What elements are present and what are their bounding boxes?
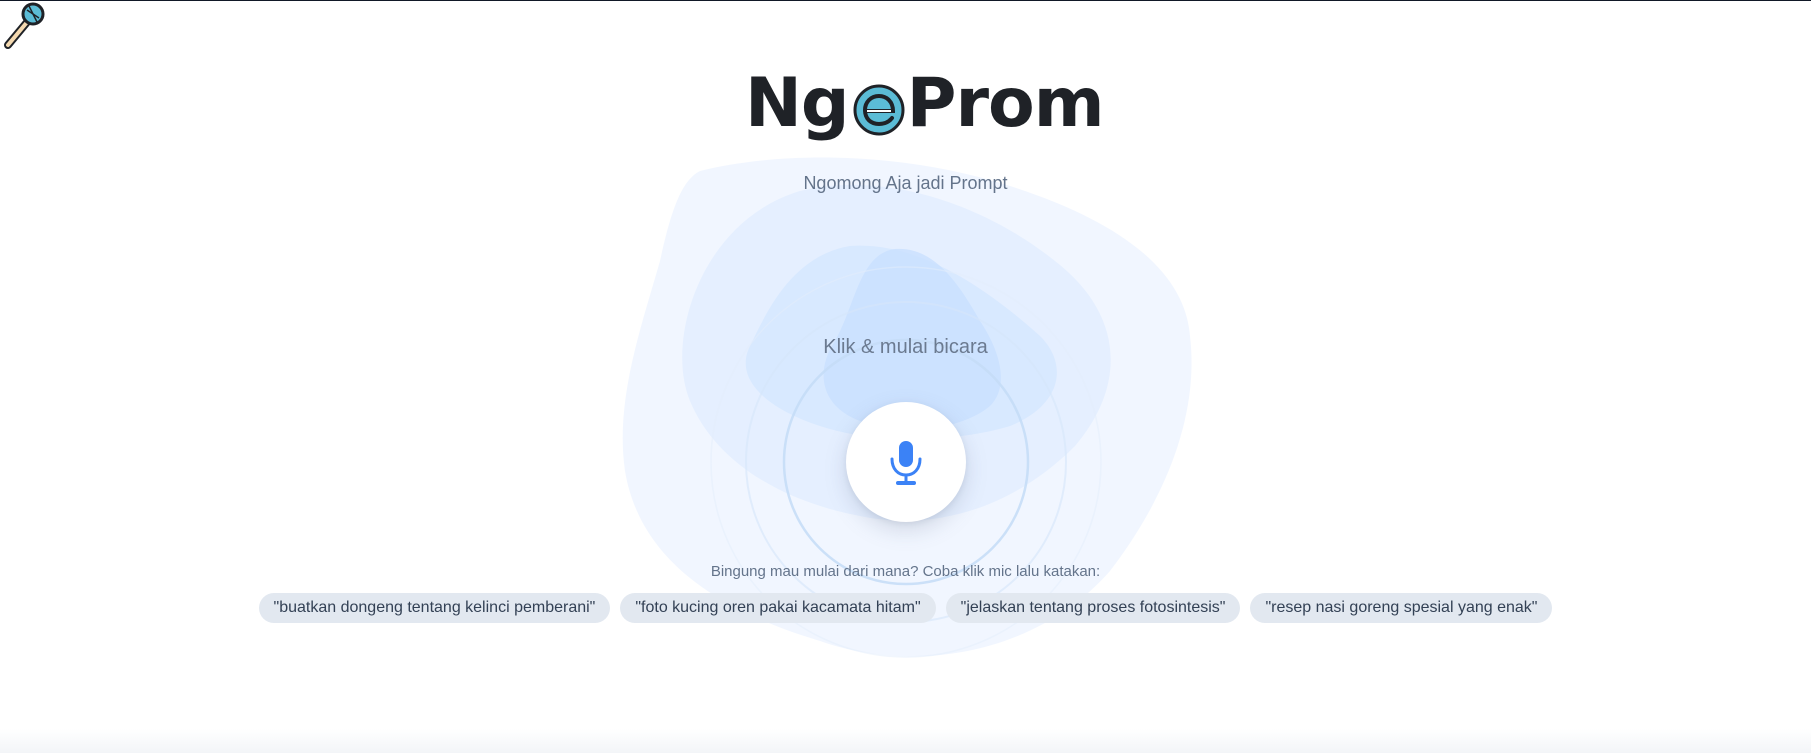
record-button[interactable] (846, 402, 966, 522)
app-logo: N g Prom (745, 59, 1105, 149)
suggestion-chip-kucing[interactable]: "foto kucing oren pakai kacamata hitam" (620, 593, 936, 623)
suggestion-chip-nasi-goreng[interactable]: "resep nasi goreng spesial yang enak" (1250, 593, 1553, 623)
logo-text-g: g (800, 64, 850, 143)
suggestion-chip-fotosintesis[interactable]: "jelaskan tentang proses fotosintesis" (945, 593, 1241, 623)
logo-microphone-icon (4, 2, 45, 49)
microphone-icon (890, 441, 922, 485)
app-page: N g Prom Ngomong Aja jadi Prompt Klik & … (0, 0, 1811, 753)
bottom-fade (0, 729, 1811, 753)
logo-text-prom: Prom (906, 64, 1105, 143)
logo-text-n: N (745, 64, 802, 143)
app-tagline: Ngomong Aja jadi Prompt (803, 173, 1008, 193)
recorder-label: Klik & mulai bicara (823, 336, 988, 358)
suggestion-chip-dongeng[interactable]: "buatkan dongeng tentang kelinci pembera… (258, 593, 611, 623)
suggestion-chips: "buatkan dongeng tentang kelinci pembera… (0, 593, 1811, 623)
e-circle-icon (853, 80, 905, 136)
suggestion-hint: Bingung mau mulai dari mana? Coba klik m… (710, 563, 1101, 580)
